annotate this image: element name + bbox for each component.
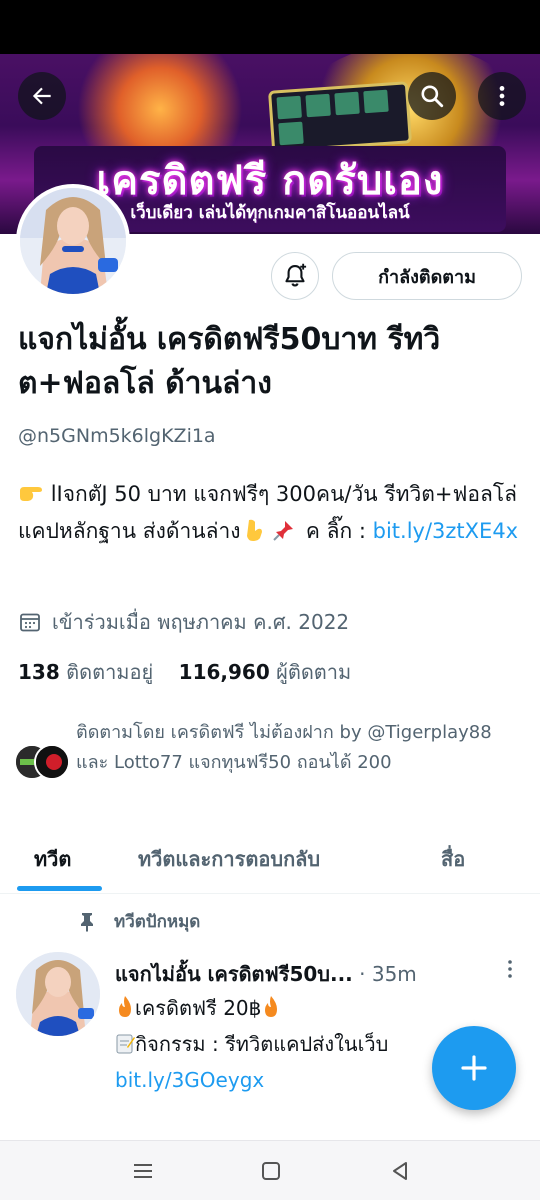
vertical-dots-icon (508, 960, 512, 978)
notification-bell-button[interactable] (271, 252, 319, 300)
tweet-line-1: เครดิตฟรี 20฿ (115, 990, 535, 1026)
followers-count: 116,960 (178, 660, 270, 684)
active-tab-indicator (17, 886, 102, 891)
back-button[interactable] (18, 72, 66, 120)
tweet-author-name[interactable]: แจกไม่อั้น เครดิตฟรี50บ... (115, 962, 353, 986)
avatar-photo (20, 188, 126, 294)
arrow-left-icon (32, 87, 51, 105)
search-button[interactable] (408, 72, 456, 120)
bell-plus-icon (285, 263, 307, 287)
pin-icon (81, 912, 93, 932)
bio-link[interactable]: bit.ly/3ztXE4x (373, 519, 518, 543)
tweet-line-2-text: กิจกรรม : รีทวิตแคปส่งในเว็บ (135, 1032, 389, 1056)
tab-tweets[interactable]: ทวีต (34, 828, 71, 894)
tweet-author-avatar[interactable] (16, 952, 100, 1036)
avatar-photo (16, 952, 100, 1036)
tab-tweets-and-replies[interactable]: ทวีตและการตอบกลับ (138, 828, 320, 894)
status-bar (0, 0, 540, 54)
profile-tabs: ทวีต ทวีตและการตอบกลับ สื่อ (0, 828, 540, 894)
pushpin-emoji-icon (273, 521, 294, 541)
joined-text: เข้าร่วมเมื่อ พฤษภาคม ค.ศ. 2022 (52, 610, 350, 634)
vertical-dots-icon (499, 86, 505, 106)
pinned-label-text: ทวีตปักหมุด (114, 912, 201, 932)
following-count: 138 (18, 660, 60, 684)
followers-stat[interactable]: 116,960 ผู้ติดตาม (179, 660, 352, 684)
profile-handle: @n5GNm5k6lgKZi1a (18, 425, 216, 447)
banner-phone-graphic (268, 81, 412, 153)
tweet-more-button[interactable] (502, 957, 518, 981)
following-button[interactable]: กำลังติดตาม (332, 252, 522, 300)
calendar-icon (20, 613, 40, 632)
follow-stats: 138 ติดตามอยู่ 116,960 ผู้ติดตาม (18, 656, 351, 688)
back-triangle-icon[interactable] (386, 1157, 414, 1185)
joined-date: เข้าร่วมเมื่อ พฤษภาคม ค.ศ. 2022 (18, 606, 349, 638)
pinned-tweet-label: ทวีตปักหมุด (78, 908, 200, 935)
fire-emoji-icon (119, 996, 131, 1017)
follower-avatar (34, 744, 70, 780)
tweet-timestamp[interactable]: 35m (372, 962, 417, 986)
fire-emoji-icon (265, 996, 278, 1017)
profile-avatar[interactable] (16, 184, 130, 298)
following-stat[interactable]: 138 ติดตามอยู่ (18, 660, 153, 684)
followers-label: ผู้ติดตาม (276, 660, 352, 684)
plus-icon (461, 1055, 487, 1081)
memo-emoji-icon (116, 1034, 135, 1054)
following-label: ติดตามอยู่ (66, 660, 154, 684)
pointing-right-emoji-icon (20, 487, 42, 501)
compose-tweet-button[interactable] (432, 1026, 516, 1110)
search-icon (421, 85, 444, 108)
more-options-button[interactable] (478, 72, 526, 120)
recent-apps-icon[interactable] (129, 1157, 157, 1185)
tweet-header: แจกไม่อั้น เครดิตฟรี50บ... · 35m (115, 962, 417, 986)
android-navigation-bar (0, 1140, 540, 1200)
profile-display-name: แจกไม่อั้น เครดิตฟรี50บาท รีทวิต+ฟอลโล่ … (18, 322, 441, 401)
bio-mid-text: ค ลิ๊ก : (299, 519, 373, 543)
profile-bio: lIจกตัJ 50 บาท แจกฟรีๆ 300คน/วัน รีทวิต+… (18, 476, 523, 550)
followed-by-avatars (14, 744, 74, 780)
tweet-line-1-text: เครดิตฟรี 20฿ (135, 996, 262, 1020)
pointing-down-emoji-icon (246, 519, 262, 541)
followed-by-text: ติดตามโดย เครดิตฟรี ไม่ต้องฝาก by @Tiger… (76, 722, 492, 773)
tab-media[interactable]: สื่อ (441, 828, 465, 894)
home-icon[interactable] (257, 1157, 285, 1185)
